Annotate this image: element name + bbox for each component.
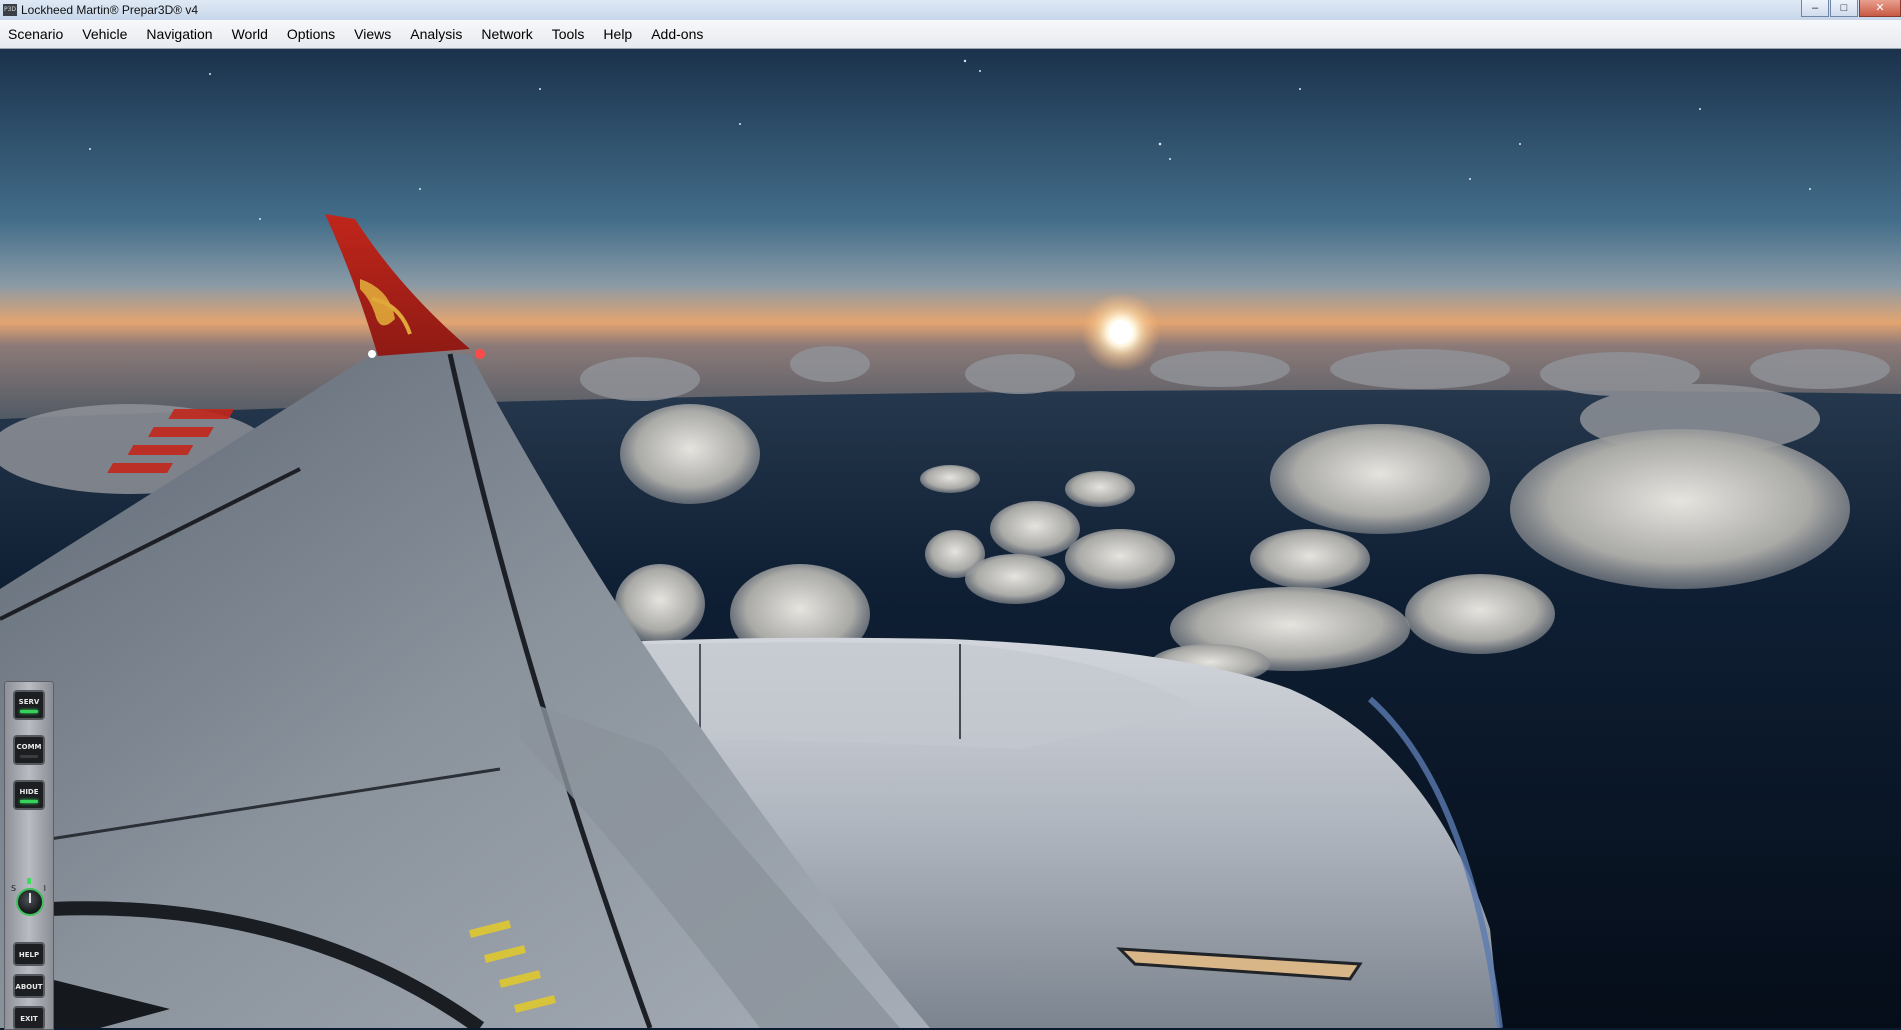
simulator-viewport[interactable] bbox=[0, 49, 1901, 1028]
menu-network[interactable]: Network bbox=[473, 20, 543, 48]
scene-render bbox=[0, 49, 1901, 1028]
addon-side-panel: SERV COMM HIDE S I HELP ABOUT EXIT bbox=[4, 681, 54, 1030]
hide-label: HIDE bbox=[19, 788, 39, 796]
menu-help[interactable]: Help bbox=[595, 20, 643, 48]
menu-tools[interactable]: Tools bbox=[544, 20, 596, 48]
menu-options[interactable]: Options bbox=[279, 20, 346, 48]
window-titlebar: P3D Lockheed Martin® Prepar3D® v4 – □ ✕ bbox=[0, 0, 1901, 21]
menu-views[interactable]: Views bbox=[346, 20, 402, 48]
hide-led-icon bbox=[20, 800, 38, 803]
serv-button[interactable]: SERV bbox=[13, 690, 45, 720]
mode-knob[interactable]: S I bbox=[10, 876, 48, 926]
about-button[interactable]: ABOUT bbox=[13, 974, 45, 998]
help-button[interactable]: HELP bbox=[13, 942, 45, 966]
menu-analysis[interactable]: Analysis bbox=[402, 20, 473, 48]
serv-led-icon bbox=[20, 710, 38, 713]
window-title: Lockheed Martin® Prepar3D® v4 bbox=[21, 3, 199, 17]
help-label: HELP bbox=[18, 951, 40, 959]
knob-indicator-icon bbox=[27, 878, 31, 884]
menu-vehicle[interactable]: Vehicle bbox=[74, 20, 138, 48]
close-button[interactable]: ✕ bbox=[1859, 0, 1901, 17]
knob-left-label: S bbox=[11, 884, 17, 893]
exit-label: EXIT bbox=[20, 1015, 38, 1023]
comm-label: COMM bbox=[16, 743, 42, 751]
menu-addons[interactable]: Add-ons bbox=[643, 20, 714, 48]
serv-label: SERV bbox=[18, 698, 40, 706]
menu-scenario[interactable]: Scenario bbox=[0, 20, 74, 48]
window-controls: – □ ✕ bbox=[1800, 0, 1901, 17]
comm-led-icon bbox=[20, 755, 38, 758]
exit-button[interactable]: EXIT bbox=[13, 1006, 45, 1030]
app-icon: P3D bbox=[3, 4, 17, 16]
menu-navigation[interactable]: Navigation bbox=[138, 20, 223, 48]
rotary-knob-icon bbox=[16, 888, 44, 916]
hide-button[interactable]: HIDE bbox=[13, 780, 45, 810]
maximize-button[interactable]: □ bbox=[1830, 0, 1858, 17]
knob-right-label: I bbox=[43, 884, 46, 893]
menu-world[interactable]: World bbox=[224, 20, 279, 48]
menu-bar: Scenario Vehicle Navigation World Option… bbox=[0, 20, 1901, 49]
minimize-button[interactable]: – bbox=[1801, 0, 1829, 17]
comm-button[interactable]: COMM bbox=[13, 735, 45, 765]
about-label: ABOUT bbox=[15, 983, 43, 991]
